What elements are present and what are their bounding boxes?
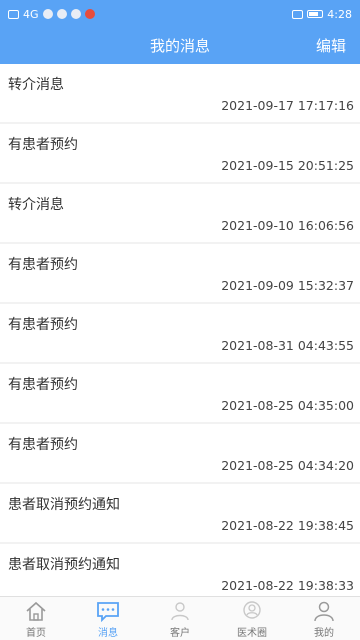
app-notification-icon-2 — [70, 9, 81, 19]
customer-icon — [171, 602, 189, 621]
message-item[interactable]: 有患者预约 2021-09-09 15:32:37 — [0, 244, 360, 302]
message-time: 2021-08-22 19:38:33 — [221, 578, 354, 593]
message-time: 2021-08-25 04:34:20 — [221, 458, 354, 473]
message-time: 2021-09-17 17:17:16 — [221, 98, 354, 113]
tab-label: 消息 — [98, 628, 118, 639]
message-item[interactable]: 转介消息 2021-09-17 17:17:16 — [0, 64, 360, 122]
status-left: 4G — [8, 8, 95, 21]
vibrate-icon — [292, 9, 304, 19]
message-title: 有患者预约 — [8, 257, 78, 273]
profile-icon — [314, 601, 334, 622]
message-title: 有患者预约 — [8, 137, 78, 153]
tab-profile[interactable]: 我的 — [288, 597, 360, 640]
message-item[interactable]: 有患者预约 2021-08-25 04:34:20 — [0, 424, 360, 482]
nav-bar: 我的消息 编辑 — [0, 28, 360, 64]
app-notification-icon — [56, 9, 67, 19]
tab-bar: 首页 消息 客户 医术圈 我的 — [0, 596, 360, 640]
message-item[interactable]: 有患者预约 2021-08-31 04:43:55 — [0, 304, 360, 362]
message-time: 2021-09-10 16:06:56 — [221, 218, 354, 233]
tab-label: 客户 — [170, 628, 190, 639]
message-time: 2021-08-22 19:38:45 — [221, 518, 354, 533]
message-item[interactable]: 患者取消预约通知 2021-08-22 19:38:45 — [0, 484, 360, 542]
message-time: 2021-08-31 04:43:55 — [221, 338, 354, 353]
app-notification-icon-3 — [84, 9, 95, 19]
message-time: 2021-09-09 15:32:37 — [221, 278, 354, 293]
message-item[interactable]: 患者取消预约通知 2021-08-22 19:38:33 — [0, 544, 360, 596]
tab-label: 首页 — [26, 628, 46, 639]
wifi-icon — [42, 9, 53, 19]
tab-home[interactable]: 首页 — [0, 597, 72, 640]
battery-icon — [307, 10, 324, 18]
tab-medical-circle[interactable]: 医术圈 — [216, 597, 288, 640]
message-title: 有患者预约 — [8, 317, 78, 333]
message-time: 2021-08-25 04:35:00 — [221, 398, 354, 413]
message-title: 患者取消预约通知 — [8, 497, 120, 513]
message-item[interactable]: 有患者预约 2021-09-15 20:51:25 — [0, 124, 360, 182]
message-list[interactable]: 转介消息 2021-09-17 17:17:16 有患者预约 2021-09-1… — [0, 64, 360, 596]
message-title: 有患者预约 — [8, 377, 78, 393]
page-title: 我的消息 — [149, 37, 210, 55]
home-icon — [26, 601, 46, 621]
status-bar: 4G 4:28 — [0, 0, 360, 28]
message-title: 转介消息 — [8, 77, 64, 93]
tab-customers[interactable]: 客户 — [144, 597, 216, 640]
message-item[interactable]: 有患者预约 2021-08-25 04:35:00 — [0, 364, 360, 422]
hd-icon — [8, 9, 19, 19]
message-icon — [97, 602, 119, 622]
edit-button[interactable]: 编辑 — [316, 28, 346, 64]
tab-label: 医术圈 — [237, 628, 267, 639]
message-title: 有患者预约 — [8, 437, 78, 453]
signal-text: 4G — [23, 7, 39, 21]
status-right: 4:28 — [292, 8, 352, 21]
circle-icon — [243, 601, 261, 619]
message-title: 患者取消预约通知 — [8, 557, 120, 573]
tab-messages[interactable]: 消息 — [72, 597, 144, 640]
message-item[interactable]: 转介消息 2021-09-10 16:06:56 — [0, 184, 360, 242]
tab-label: 我的 — [314, 628, 334, 639]
status-time: 4:28 — [327, 7, 352, 21]
message-time: 2021-09-15 20:51:25 — [221, 158, 354, 173]
message-title: 转介消息 — [8, 197, 64, 213]
